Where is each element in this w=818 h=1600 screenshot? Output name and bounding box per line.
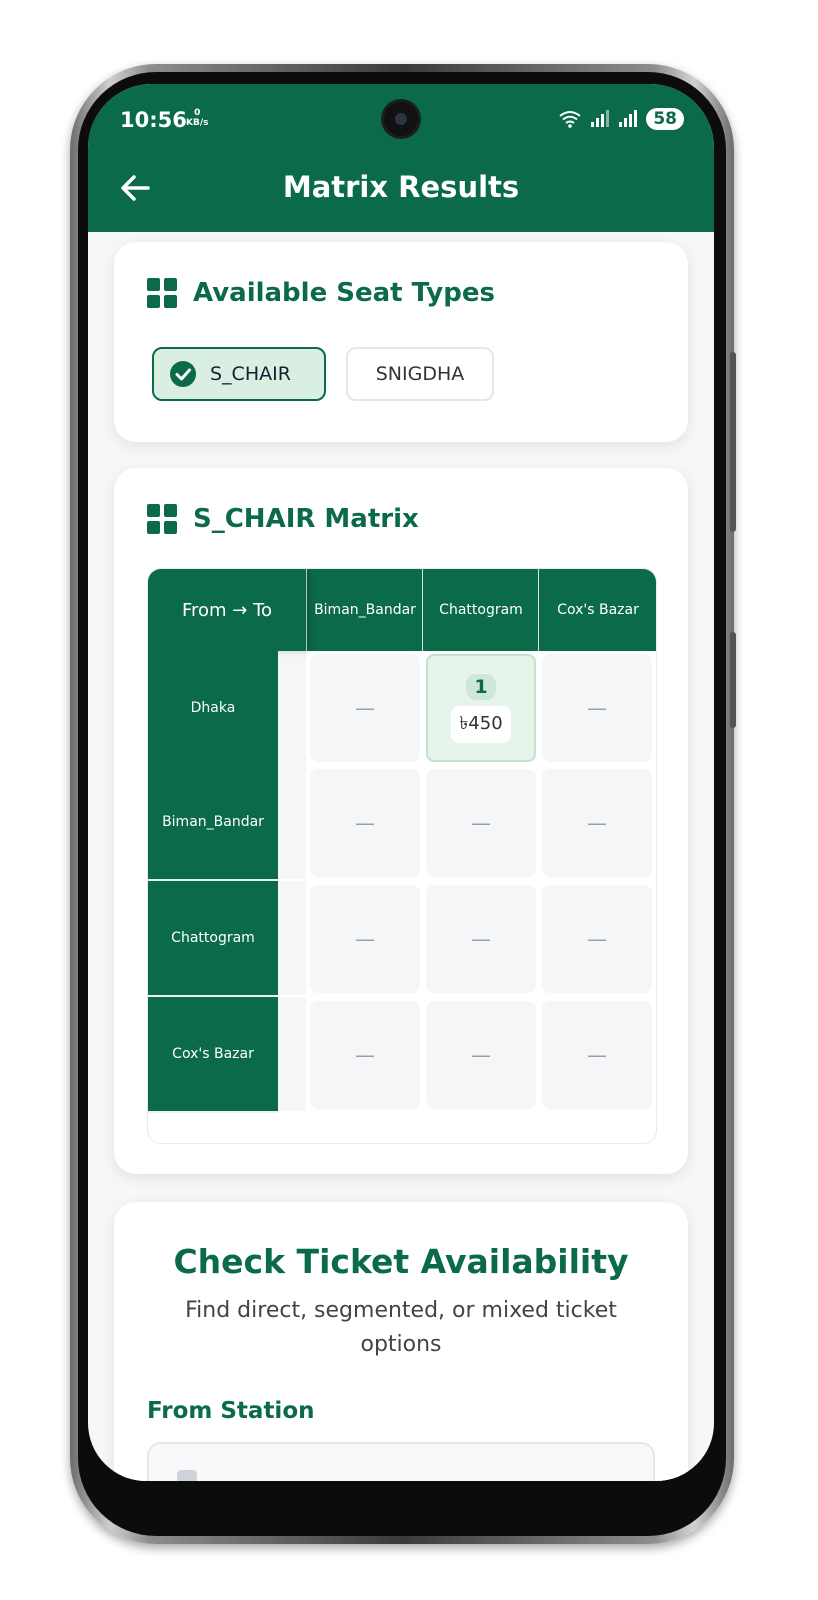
matrix-cell-empty: — [426,1001,536,1109]
seat-count-badge: 1 [466,673,496,700]
matrix-column-header: Chattogram [422,569,539,651]
net-speed-indicator: 0 KB/s [186,108,208,128]
matrix-header: S_CHAIR Matrix [147,504,419,534]
status-icons: 58 [558,108,684,130]
from-station-label: From Station [147,1398,315,1424]
matrix-cell-empty: — [310,769,420,877]
availability-title: Check Ticket Availability [173,1242,629,1281]
seat-type-label: S_CHAIR [210,363,291,385]
matrix-title: S_CHAIR Matrix [193,504,419,534]
matrix-column-header: Cox's Bazar [538,569,656,651]
matrix-corner-label: From → To [148,569,306,651]
fare-matrix: From → To Biman_Bandar Chattogram Cox's … [147,568,657,1144]
battery-indicator: 58 [646,108,684,130]
row-spacer [278,651,306,765]
train-icon [177,1470,197,1481]
check-circle-icon [170,361,196,387]
signal-icon [591,110,610,127]
app-screen: 10:56 0 KB/s 58 Matrix Results Available… [88,84,714,1481]
matrix-cell-empty: — [426,885,536,993]
wifi-icon [559,111,581,128]
front-camera [384,102,418,136]
net-speed-value: 0 [194,108,201,118]
matrix-card: S_CHAIR Matrix From → To Biman_Bandar Ch… [114,468,688,1174]
grid-icon [147,278,177,308]
page-title: Matrix Results [282,170,520,204]
matrix-cell-empty: — [542,769,652,877]
signal-icon-2 [619,110,638,127]
matrix-row-header: Chattogram [148,881,278,997]
status-time: 10:56 [120,108,187,132]
seat-type-chip-s-chair[interactable]: S_CHAIR [152,347,326,401]
matrix-row-header: Biman_Bandar [148,765,278,881]
matrix-cell-available[interactable]: 1 ৳450 [426,654,536,762]
seat-type-label: SNIGDHA [375,363,465,385]
from-station-field[interactable] [147,1442,655,1481]
row-spacer [278,765,306,879]
row-spacer [278,881,306,995]
grid-icon [147,504,177,534]
matrix-cell-empty: — [310,1001,420,1109]
matrix-cell-empty: — [542,885,652,993]
seat-types-card: Available Seat Types S_CHAIR SNIGDHA [114,242,688,442]
matrix-cell-empty: — [542,654,652,762]
matrix-cell-empty: — [310,654,420,762]
availability-subtitle: Find direct, segmented, or mixed ticket … [185,1298,617,1357]
matrix-column-header: Biman_Bandar [306,569,423,651]
matrix-cell-empty: — [426,769,536,877]
seat-type-chip-snigdha[interactable]: SNIGDHA [346,347,494,401]
volume-button [730,352,736,532]
app-header: 10:56 0 KB/s 58 Matrix Results [88,84,714,232]
matrix-cell-empty: — [542,1001,652,1109]
fare-price: ৳450 [451,705,511,743]
net-speed-unit: KB/s [186,118,209,128]
matrix-row-header: Dhaka [148,651,278,767]
row-spacer [278,997,306,1111]
power-button [730,632,736,728]
availability-card: Check Ticket Availability Find direct, s… [114,1202,688,1481]
seat-types-header: Available Seat Types [147,278,495,308]
matrix-row-header: Cox's Bazar [148,997,278,1113]
matrix-cell-empty: — [310,885,420,993]
seat-types-title: Available Seat Types [193,278,495,308]
